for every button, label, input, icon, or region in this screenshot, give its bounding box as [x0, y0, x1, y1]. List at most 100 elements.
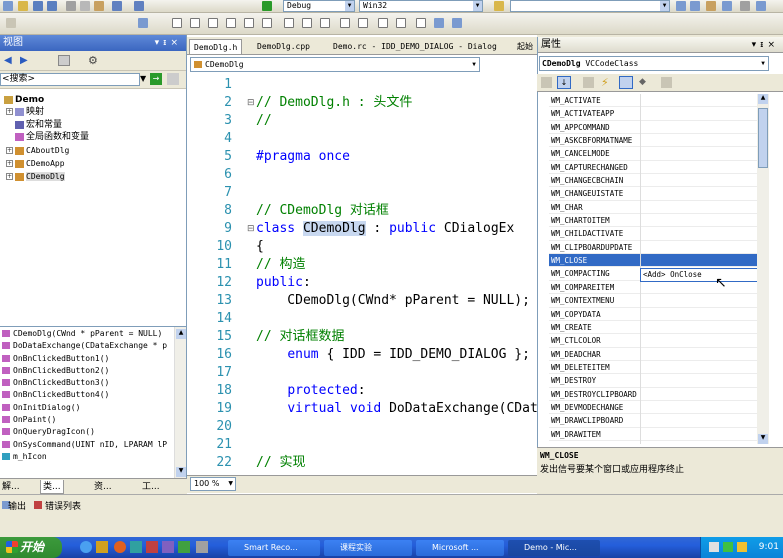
task-course-lab[interactable]: 课程实验	[324, 540, 412, 556]
chevron-down-icon[interactable]: ▼	[228, 478, 233, 490]
collapse-icon[interactable]: ⊟	[247, 98, 255, 108]
object-combo[interactable]: CDemoDlg VCCodeClass ▼	[539, 56, 769, 71]
guides-icon[interactable]	[452, 18, 462, 28]
explorer-icon[interactable]	[96, 541, 108, 553]
handler-dropdown-option[interactable]: <Add> OnClose	[640, 268, 760, 282]
chevron-down-icon[interactable]: ▼	[744, 256, 750, 265]
member-row[interactable]: m_hIcon	[0, 451, 186, 463]
align-top-icon[interactable]	[226, 18, 236, 28]
member-row[interactable]: OnInitDialog()	[0, 402, 186, 414]
tree-item-caboutdlg[interactable]: + CAboutDlg	[6, 145, 69, 157]
pin-icon[interactable]: ▾	[752, 40, 761, 50]
undo-icon[interactable]	[112, 1, 122, 11]
align-middle-icon[interactable]	[244, 18, 254, 28]
quicklaunch-icon[interactable]	[146, 541, 158, 553]
member-row[interactable]: OnBnClickedButton4()	[0, 389, 186, 401]
tree-item-globals[interactable]: 全局函数和变量	[15, 131, 89, 143]
center-vertical-icon[interactable]	[396, 18, 406, 28]
member-row[interactable]: OnPaint()	[0, 414, 186, 426]
pin-icon[interactable]: ▾	[155, 38, 164, 48]
properties-view-icon[interactable]	[583, 77, 594, 88]
class-nav-combo[interactable]: CDemoDlg ▼	[190, 57, 480, 72]
close-icon[interactable]: ×	[170, 38, 182, 48]
solution-explorer-icon[interactable]	[676, 1, 686, 11]
overrides-icon[interactable]: ◆	[639, 77, 646, 87]
center-horizontal-icon[interactable]	[378, 18, 388, 28]
save-icon[interactable]	[33, 1, 43, 11]
tab-demodlg-cpp[interactable]: DemoDlg.cpp	[253, 39, 314, 54]
scroll-thumb[interactable]	[758, 108, 768, 168]
scroll-up-icon[interactable]: ▲	[758, 94, 768, 104]
quicklaunch-icon[interactable]	[178, 541, 190, 553]
tab-output[interactable]: 输出	[8, 499, 26, 512]
quicklaunch-icon[interactable]	[130, 541, 142, 553]
same-size-icon[interactable]	[320, 18, 330, 28]
scroll-down-icon[interactable]: ▼	[176, 467, 186, 477]
tab-solution-explorer[interactable]: 解...	[0, 480, 22, 494]
platform-combo[interactable]: Win32 ▼	[359, 0, 483, 12]
tray-icon[interactable]	[737, 542, 747, 552]
messages-icon[interactable]	[619, 76, 633, 89]
chevron-down-icon[interactable]: ▼	[140, 74, 146, 83]
close-icon[interactable]: ×	[767, 40, 779, 50]
expand-icon[interactable]: +	[6, 108, 13, 115]
quicklaunch-icon[interactable]	[162, 541, 174, 553]
tray-icon[interactable]	[709, 542, 719, 552]
config-combo[interactable]: Debug ▼	[283, 0, 355, 12]
member-row[interactable]: OnSysCommand(UINT nID, LPARAM lP	[0, 439, 186, 451]
member-row[interactable]: DoDataExchange(CDataExchange * p	[0, 340, 186, 352]
tab-class-view[interactable]: 类...	[40, 480, 64, 494]
quicklaunch-icon[interactable]	[196, 541, 208, 553]
zoom-combo[interactable]: 100 % ▼	[190, 477, 236, 491]
collapse-icon[interactable]: ⊟	[247, 224, 255, 234]
start-debug-icon[interactable]	[262, 1, 272, 11]
tab-demo-rc[interactable]: Demo.rc - IDD_DEMO_DIALOG - Dialog	[329, 39, 501, 54]
search-input[interactable]: <搜索>	[0, 73, 140, 86]
grid-icon[interactable]	[434, 18, 444, 28]
expand-icon[interactable]: +	[6, 173, 13, 180]
same-width-icon[interactable]	[284, 18, 294, 28]
tree-item-cdemoapp[interactable]: + CDemoApp	[6, 158, 65, 170]
cut-icon[interactable]	[66, 1, 76, 11]
sort-icon[interactable]	[58, 55, 70, 66]
member-row[interactable]: OnQueryDragIcon()	[0, 426, 186, 438]
tree-item-cdemodlg[interactable]: + CDemoDlg	[6, 171, 65, 183]
tray-icon[interactable]	[723, 542, 733, 552]
search-go-icon[interactable]: →	[150, 73, 162, 85]
save-all-icon[interactable]	[47, 1, 57, 11]
ie-icon[interactable]	[80, 541, 92, 553]
chevron-down-icon[interactable]: ▼	[469, 58, 479, 71]
scroll-down-icon[interactable]: ▼	[758, 434, 768, 444]
member-row[interactable]: OnBnClickedButton2()	[0, 365, 186, 377]
tab-error-list[interactable]: 错误列表	[45, 499, 81, 512]
alphabetical-icon[interactable]: ↓	[557, 76, 571, 89]
find-combo[interactable]: ▼	[510, 0, 670, 12]
back-arrow-icon[interactable]: ◀	[4, 55, 12, 66]
scroll-up-icon[interactable]: ▲	[176, 329, 186, 339]
member-list-scrollbar[interactable]: ▲ ▼	[174, 327, 186, 478]
properties-scrollbar[interactable]: ▲ ▼	[757, 94, 769, 444]
tab-start-page[interactable]: 起始	[513, 39, 537, 54]
copy-icon[interactable]	[80, 1, 90, 11]
tab-demodlg-h[interactable]: DemoDlg.h	[189, 39, 243, 54]
member-row[interactable]: OnBnClickedButton1()	[0, 353, 186, 365]
chevron-down-icon[interactable]: ▼	[345, 1, 354, 11]
same-height-icon[interactable]	[302, 18, 312, 28]
categorized-icon[interactable]	[541, 77, 552, 88]
chevron-down-icon[interactable]: ▼	[758, 57, 768, 70]
media-icon[interactable]	[114, 541, 126, 553]
task-demo-vs[interactable]: Demo - Mic...	[508, 540, 600, 556]
expand-icon[interactable]: +	[6, 160, 13, 167]
task-smart-recorder[interactable]: Smart Reco...	[228, 540, 320, 556]
window-icon[interactable]	[756, 1, 766, 11]
find-icon[interactable]	[494, 1, 504, 11]
test-dialog-icon[interactable]	[416, 18, 426, 28]
forward-arrow-icon[interactable]: ▶	[20, 55, 28, 66]
class-view-icon[interactable]	[722, 1, 732, 11]
open-icon[interactable]	[18, 1, 28, 11]
code-area[interactable]: 1 2 3 4 5 6 7 8 9 10 11 12 13 14 15 16 17 18 19 20 21 22 // D…	[192, 75, 537, 475]
align-center-icon[interactable]	[190, 18, 200, 28]
align-bottom-icon[interactable]	[262, 18, 272, 28]
align-right-icon[interactable]	[208, 18, 218, 28]
chevron-down-icon[interactable]: ▼	[473, 1, 482, 11]
